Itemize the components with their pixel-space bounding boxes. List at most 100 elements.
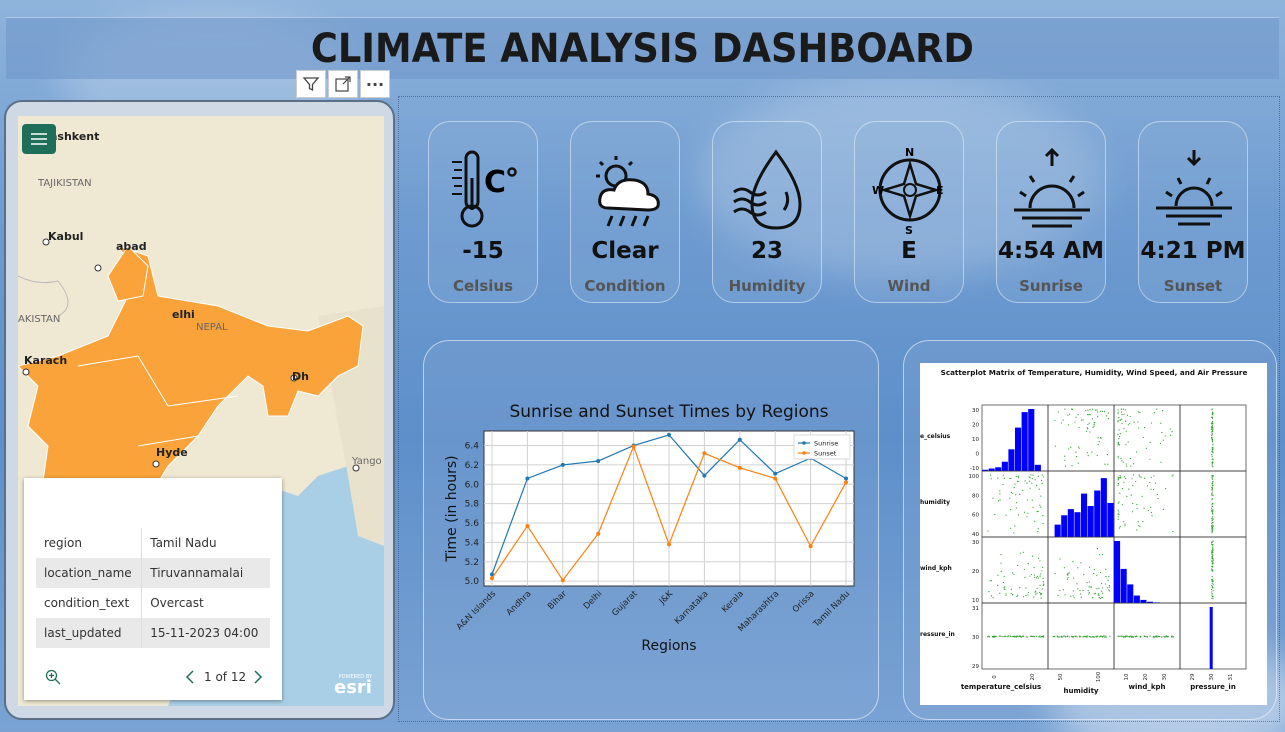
scatter-point (1128, 488, 1130, 490)
scatter-point (1092, 408, 1094, 410)
scatter-point (1156, 635, 1158, 637)
scatter-point (1094, 592, 1096, 595)
matrix-y-tick: 10 (972, 437, 979, 443)
filter-button[interactable] (296, 70, 326, 98)
scatter-point (999, 490, 1001, 492)
scatter-point (1211, 593, 1213, 595)
scatter-point (1212, 554, 1214, 556)
scatter-point (1072, 636, 1075, 638)
scatter-point (1017, 594, 1019, 596)
previous-feature-icon[interactable] (184, 670, 196, 684)
scatter-point (1029, 477, 1031, 479)
scatter-point (1132, 474, 1135, 476)
scatter-matrix-chart[interactable]: Scatterplot Matrix of Temperature, Humid… (920, 363, 1267, 705)
scatter-point (1211, 505, 1213, 508)
scatter-point (1142, 520, 1144, 523)
matrix-x-tick: 31 (1228, 674, 1234, 681)
data-point-sunset (808, 544, 813, 549)
scatter-point (1124, 635, 1127, 637)
scatter-point (1136, 529, 1138, 531)
scatter-point (1024, 480, 1026, 482)
scatter-point (1138, 427, 1140, 429)
scatter-point (1063, 567, 1065, 569)
scatter-point (1212, 545, 1214, 547)
matrix-x-tick: 20 (1143, 673, 1149, 680)
sunrise-sunset-line-chart[interactable]: Sunrise and Sunset Times by Regions 5.0 5.… (424, 341, 880, 721)
popup-field-value: Tamil Nadu (150, 536, 217, 550)
focus-mode-button[interactable] (328, 70, 358, 98)
map-menu-button[interactable] (22, 124, 56, 154)
map-label: TAJIKISTAN (38, 178, 92, 189)
scatter-point (1160, 461, 1162, 463)
matrix-y-tick: 100 (969, 474, 980, 480)
scatter-point (1035, 590, 1037, 592)
scatter-point (1172, 474, 1174, 476)
histogram-bar (1054, 524, 1061, 537)
scatter-point (1211, 556, 1213, 558)
scatter-point (1120, 458, 1122, 460)
scatter-point (1038, 636, 1040, 638)
next-feature-icon[interactable] (252, 670, 264, 684)
scatter-point (1088, 422, 1090, 424)
scatter-point (1097, 437, 1099, 439)
scatter-point (1037, 557, 1040, 559)
scatter-point (1079, 636, 1081, 638)
scatter-point (1011, 636, 1013, 638)
scatter-point (1040, 594, 1042, 596)
scatter-point (1059, 589, 1061, 592)
scatter-point (1211, 520, 1213, 522)
scatter-point (1132, 636, 1134, 638)
scatter-point (1101, 410, 1103, 413)
scatter-point (1118, 417, 1120, 419)
scatter-point (1105, 636, 1108, 638)
scatter-point (1122, 636, 1125, 638)
scatter-point (1211, 507, 1213, 510)
scatter-point (1126, 635, 1128, 637)
popup-footer: 1 of 12 (24, 666, 282, 690)
scatter-point (1003, 575, 1005, 577)
scatter-point (1211, 483, 1213, 485)
scatter-point (1003, 477, 1006, 479)
matrix-y-tick: 40 (972, 532, 979, 538)
scatter-point (1150, 422, 1153, 424)
data-point-sunrise (560, 462, 565, 467)
scatter-point (1130, 635, 1133, 637)
scatter-point (1156, 408, 1158, 410)
scatter-point (1117, 635, 1119, 637)
more-options-button[interactable]: ··· (360, 70, 390, 98)
scatter-point (1086, 635, 1089, 637)
scatter-point (1117, 502, 1119, 504)
matrix-x-tick: 10 (1124, 673, 1130, 680)
scatter-point (1030, 573, 1033, 576)
scatter-point (1211, 503, 1213, 506)
histogram-bar (1021, 412, 1028, 471)
scatter-point (1042, 566, 1044, 568)
svg-text:S: S (905, 224, 913, 237)
scatter-point (1100, 590, 1103, 592)
scatter-point (1211, 441, 1214, 443)
scatter-point (1118, 444, 1121, 446)
scatter-point (1150, 476, 1152, 478)
zoom-to-icon[interactable] (44, 668, 62, 686)
scatter-point (1126, 495, 1128, 497)
scatter-point (1212, 518, 1214, 521)
kpi-value: 23 (750, 238, 783, 264)
scatter-point (1146, 635, 1148, 637)
scatter-point (1027, 594, 1029, 596)
scatter-points (1211, 540, 1214, 599)
scatter-point (1014, 525, 1016, 527)
scatter-point (1117, 476, 1119, 478)
scatter-point (1211, 510, 1213, 513)
scatter-point (1108, 584, 1111, 587)
scatter-point (1041, 570, 1043, 572)
scatter-point (1159, 635, 1161, 638)
scatter-point (1212, 466, 1214, 468)
scatter-point (1067, 635, 1069, 638)
scatter-point (1032, 555, 1034, 557)
scatter-point (1211, 582, 1213, 584)
scatter-point (987, 530, 989, 532)
x-tick-label: J&K (657, 589, 675, 607)
scatter-point (1211, 565, 1213, 568)
scatter-point (1149, 441, 1151, 443)
scatter-point (1027, 591, 1030, 593)
